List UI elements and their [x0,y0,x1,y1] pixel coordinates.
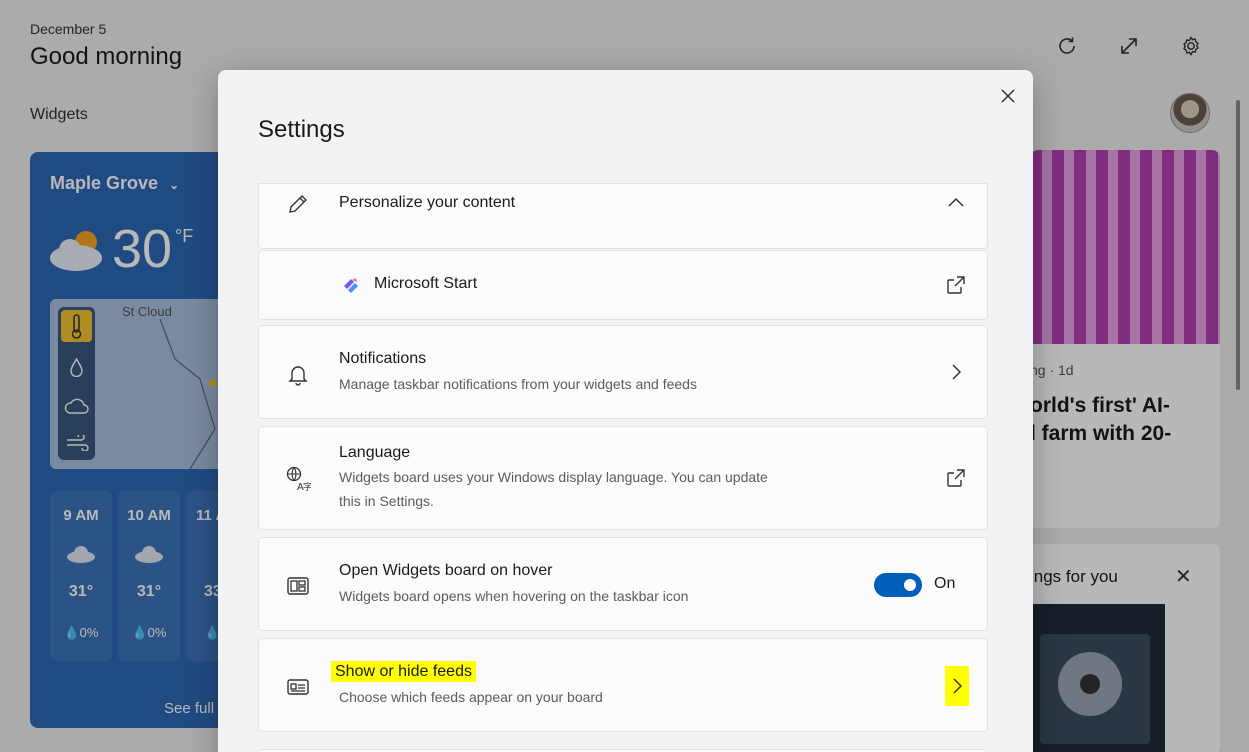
personalize-content-label: Personalize your content [339,194,516,211]
hover-open-label: Open Widgets board on hover [339,562,553,579]
show-hide-feeds-label: Show or hide feeds [331,661,476,682]
language-icon: A字 [285,465,311,491]
widgets-board-icon [285,573,311,599]
hover-open-item: Open Widgets board on hover Widgets boar… [258,537,988,631]
microsoft-start-label: Microsoft Start [374,275,478,292]
chevron-right-icon[interactable] [945,361,967,383]
pencil-icon [285,191,311,217]
chevron-up-icon[interactable] [945,191,967,213]
open-external-icon[interactable] [945,274,967,296]
feeds-icon [285,674,311,700]
notifications-label: Notifications [339,350,427,367]
toggle-state-label: On [934,575,956,592]
personalize-content-section[interactable]: Personalize your content [258,183,988,249]
language-label: Language [339,444,411,461]
microsoft-start-item[interactable]: Microsoft Start [258,250,988,320]
notifications-description: Manage taskbar notifications from your w… [339,376,697,392]
open-external-icon[interactable] [945,467,967,489]
dialog-title: Settings [258,116,345,143]
chevron-right-icon[interactable] [945,666,969,706]
notifications-item[interactable]: Notifications Manage taskbar notificatio… [258,325,988,419]
hover-open-description: Widgets board opens when hovering on the… [339,588,689,604]
svg-text:字: 字 [303,481,311,491]
settings-dialog: Settings Personalize your content Micros… [218,70,1033,752]
toggle-knob [904,579,916,591]
language-item[interactable]: A字 Language Widgets board uses your Wind… [258,426,988,530]
bell-icon [285,361,311,387]
show-hide-feeds-item[interactable]: Show or hide feeds Choose which feeds ap… [258,638,988,732]
microsoft-start-icon [341,276,361,301]
close-icon[interactable] [998,86,1018,106]
hover-open-toggle[interactable] [874,573,922,597]
language-description: Widgets board uses your Windows display … [339,469,768,509]
show-hide-feeds-description: Choose which feeds appear on your board [339,689,603,705]
